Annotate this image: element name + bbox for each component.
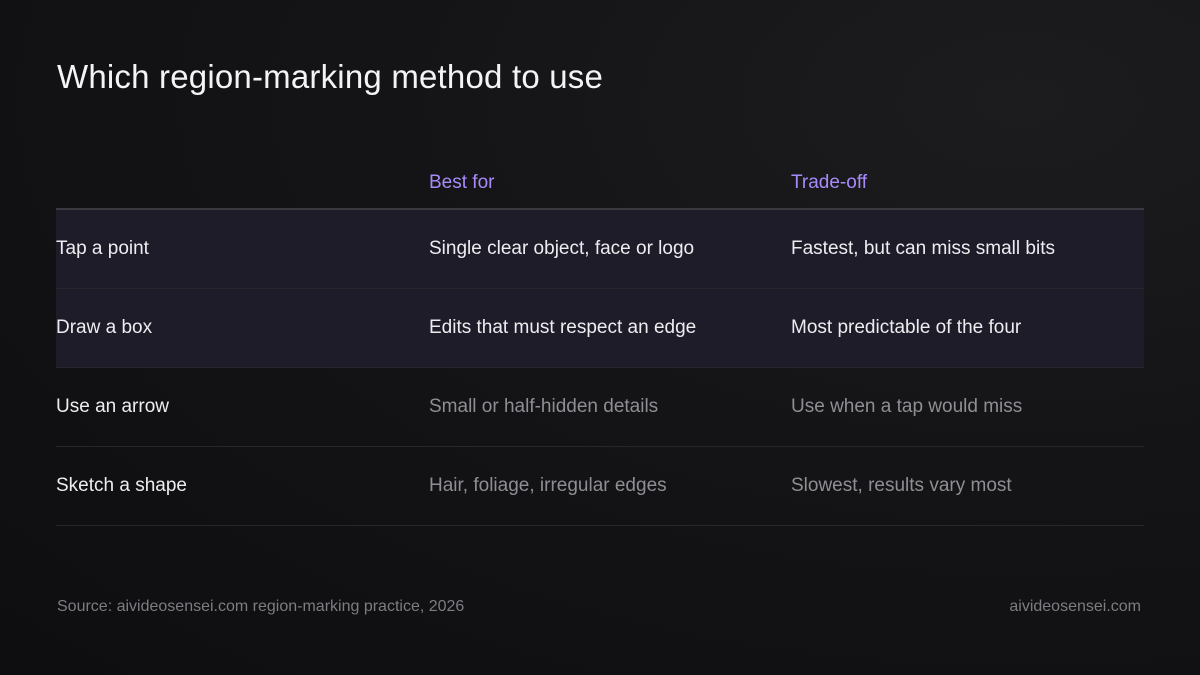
trade-off-cell: Most predictable of the four bbox=[791, 317, 1022, 338]
table-header-row: Best for Trade-off bbox=[56, 160, 1144, 210]
source-note: Source: aivideosensei.com region-marking… bbox=[57, 598, 465, 615]
best-for-cell: Hair, foliage, irregular edges bbox=[429, 475, 667, 496]
table-row: Sketch a shape Hair, foliage, irregular … bbox=[56, 447, 1144, 526]
best-for-cell: Edits that must respect an edge bbox=[429, 317, 697, 338]
brand-label: aivideosensei.com bbox=[1009, 598, 1141, 615]
best-for-cell: Small or half-hidden details bbox=[429, 396, 659, 417]
column-header-trade-off: Trade-off bbox=[791, 172, 868, 193]
trade-off-cell: Use when a tap would miss bbox=[791, 396, 1023, 417]
method-cell: Tap a point bbox=[56, 238, 149, 259]
method-cell: Draw a box bbox=[56, 317, 153, 338]
comparison-table: Best for Trade-off Tap a point Single cl… bbox=[56, 160, 1144, 526]
table-row: Use an arrow Small or half-hidden detail… bbox=[56, 368, 1144, 447]
table-row: Tap a point Single clear object, face or… bbox=[56, 210, 1144, 289]
table-row: Draw a box Edits that must respect an ed… bbox=[56, 289, 1144, 368]
page-title: Which region-marking method to use bbox=[57, 58, 604, 95]
trade-off-cell: Fastest, but can miss small bits bbox=[791, 238, 1055, 259]
best-for-cell: Single clear object, face or logo bbox=[429, 238, 695, 259]
column-header-best-for: Best for bbox=[429, 172, 495, 193]
method-cell: Use an arrow bbox=[56, 396, 169, 417]
method-cell: Sketch a shape bbox=[56, 475, 187, 496]
trade-off-cell: Slowest, results vary most bbox=[791, 475, 1012, 496]
